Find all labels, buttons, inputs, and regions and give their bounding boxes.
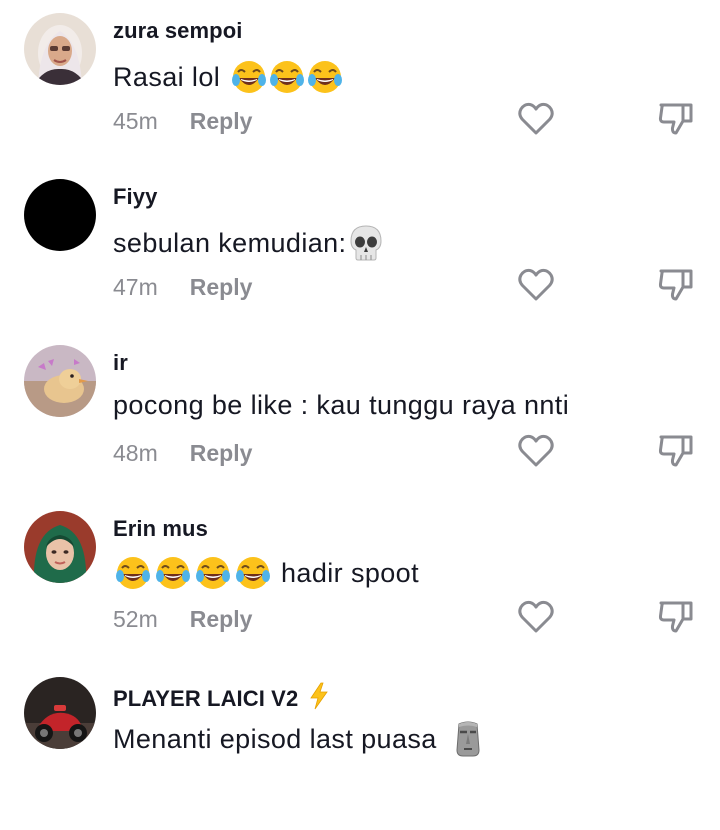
comment-text-content: sebulan kemudian: <box>113 227 347 258</box>
comment-meta: 45m Reply <box>113 108 252 135</box>
comment-text-content: hadir spoot <box>281 557 419 588</box>
avatar[interactable] <box>24 13 96 85</box>
tears-of-joy-emoji <box>153 554 193 592</box>
comment-text: hadir spoot <box>113 554 419 592</box>
heart-outline-icon[interactable] <box>516 99 556 139</box>
moai-emoji <box>453 720 483 758</box>
comment-meta: 52m Reply <box>113 606 252 633</box>
heart-outline-icon[interactable] <box>516 431 556 471</box>
reply-button[interactable]: Reply <box>190 606 253 633</box>
comment-timestamp: 48m <box>113 440 158 466</box>
comment-username[interactable]: ir <box>113 350 128 376</box>
reply-button[interactable]: Reply <box>190 108 253 135</box>
comment-item: Erin mus hadir spoot 52m Reply <box>0 498 720 664</box>
comment-text: pocong be like : kau tunggu raya nnti <box>113 390 569 421</box>
thumbs-down-outline-icon[interactable] <box>656 431 696 471</box>
comment-item: PLAYER LAICI V2 Menanti episod last puas… <box>0 664 720 830</box>
comment-username[interactable]: PLAYER LAICI V2 <box>113 682 331 712</box>
lightning-emoji <box>307 682 331 712</box>
thumbs-down-outline-icon[interactable] <box>656 265 696 305</box>
comment-text: Rasai lol <box>113 58 344 96</box>
avatar[interactable] <box>24 345 96 417</box>
comment-timestamp: 52m <box>113 606 158 632</box>
tears-of-joy-emoji <box>230 58 268 96</box>
comment-username[interactable]: Erin mus <box>113 516 208 542</box>
comment-username[interactable]: zura sempoi <box>113 18 242 44</box>
comment-timestamp: 45m <box>113 108 158 134</box>
tears-of-joy-emoji <box>113 554 153 592</box>
tears-of-joy-emoji <box>193 554 233 592</box>
comment-text: sebulan kemudian: <box>113 224 384 262</box>
comment-username-text: PLAYER LAICI V2 <box>113 686 299 711</box>
tears-of-joy-emoji <box>268 58 306 96</box>
comment-item: Fiyy sebulan kemudian: 47m Reply <box>0 166 720 332</box>
avatar[interactable] <box>24 677 96 749</box>
comment-meta: 48m Reply <box>113 440 252 467</box>
comment-timestamp: 47m <box>113 274 158 300</box>
comment-text-content: pocong be like : kau tunggu raya nnti <box>113 390 570 420</box>
comment-meta: 47m Reply <box>113 274 252 301</box>
reply-button[interactable]: Reply <box>190 274 253 301</box>
comment-text-content: Rasai lol <box>113 61 221 92</box>
thumbs-down-outline-icon[interactable] <box>656 597 696 637</box>
heart-outline-icon[interactable] <box>516 597 556 637</box>
avatar[interactable] <box>24 511 96 583</box>
comment-username[interactable]: Fiyy <box>113 184 157 210</box>
comment-item: ir pocong be like : kau tunggu raya nnti… <box>0 332 720 498</box>
tears-of-joy-emoji <box>306 58 344 96</box>
reply-button[interactable]: Reply <box>190 440 253 467</box>
avatar[interactable] <box>24 179 96 251</box>
comment-text-content: Menanti episod last puasa <box>113 723 437 754</box>
tears-of-joy-emoji <box>233 554 273 592</box>
thumbs-down-outline-icon[interactable] <box>656 99 696 139</box>
skull-emoji <box>348 224 384 262</box>
heart-outline-icon[interactable] <box>516 265 556 305</box>
comment-item: zura sempoi Rasai lol 45m Reply <box>0 0 720 166</box>
comment-text: Menanti episod last puasa <box>113 720 483 758</box>
